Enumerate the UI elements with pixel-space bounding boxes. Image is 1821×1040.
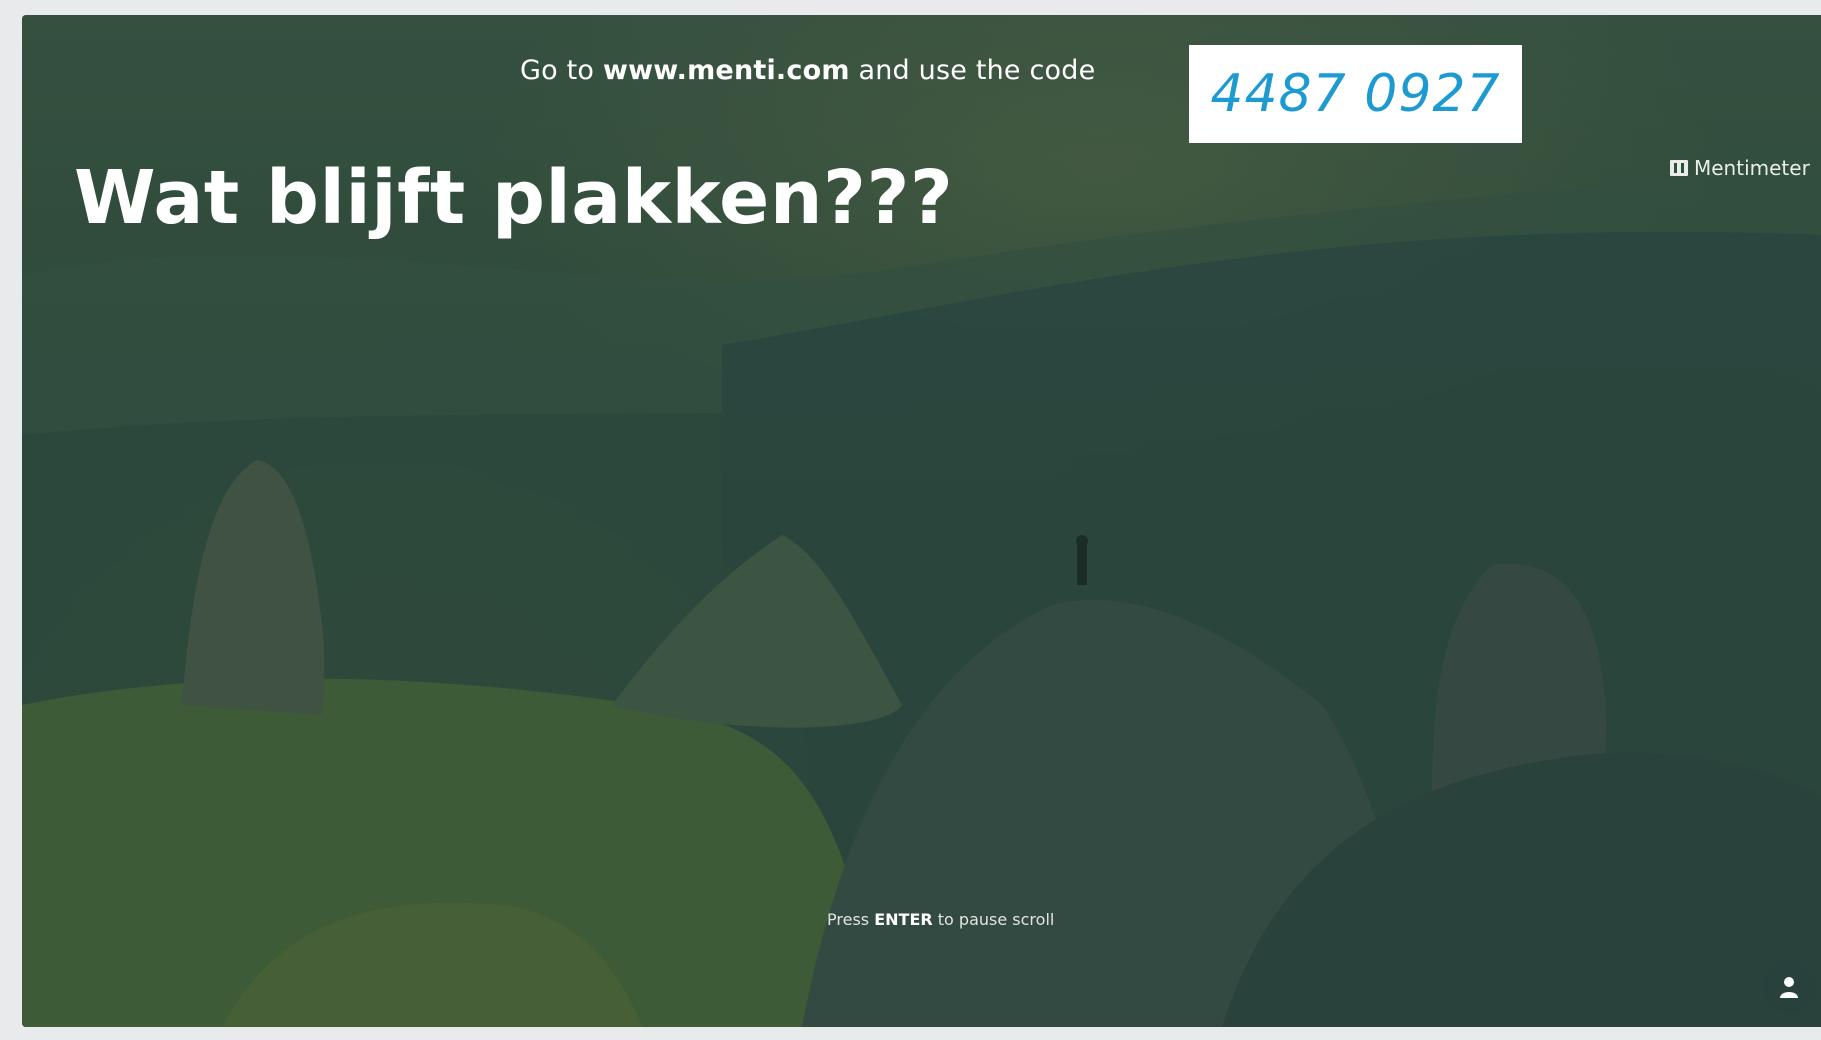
person-icon	[1780, 977, 1798, 998]
mentimeter-logo-icon	[1670, 160, 1688, 176]
join-prefix-text: Go to	[520, 55, 595, 86]
brand-name: Mentimeter	[1694, 156, 1810, 180]
join-suffix-text: and use the code	[858, 55, 1096, 86]
hint-prefix: Press	[827, 910, 870, 929]
scroll-hint: Press ENTER to pause scroll	[827, 910, 1054, 929]
presentation-slide: Go to www.menti.com and use the code 448…	[22, 15, 1821, 1027]
menti-url-link[interactable]: www.menti.com	[603, 55, 850, 86]
hint-key: ENTER	[874, 910, 933, 929]
join-instructions: Go to www.menti.com and use the code	[520, 55, 1095, 86]
mentimeter-brand: Mentimeter	[1670, 156, 1810, 180]
hint-suffix: to pause scroll	[937, 910, 1055, 929]
audience-button[interactable]	[1763, 961, 1815, 1013]
voting-code-box: 4487 0927	[1189, 45, 1522, 143]
slide-title: Wat blijft plakken???	[74, 155, 954, 241]
voting-code: 4487 0927	[1210, 64, 1501, 124]
